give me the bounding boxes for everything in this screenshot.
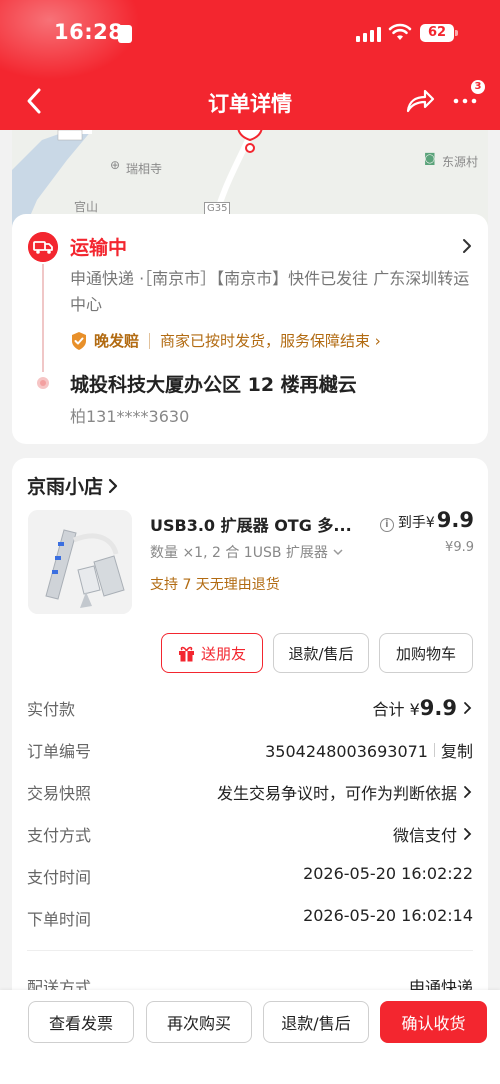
- guarantee-name: 晚发赔: [94, 332, 140, 350]
- pay-time: 2026-05-20 16:02:22: [303, 864, 473, 883]
- delivery-address: 城投科技大厦办公区 12 楼再樾云: [70, 374, 357, 396]
- add-to-cart-button[interactable]: 加购物车: [379, 633, 473, 673]
- shop-link[interactable]: 京雨小店: [27, 472, 119, 499]
- shipping-status: 运输中: [70, 237, 128, 259]
- product-spec: 数量 ×1, 2 合 1USB 扩展器: [150, 545, 328, 561]
- chevron-right-icon[interactable]: [460, 236, 474, 256]
- divider: [433, 743, 435, 757]
- row-order-number: 订单编号 3504248003693071 复制: [27, 734, 473, 764]
- order-number: 3504248003693071: [265, 742, 428, 761]
- recipient-phone: 柏131****3630: [70, 407, 190, 426]
- late-compensation-row[interactable]: 晚发赔 商家已按时发货，服务保障结束 ›: [70, 330, 381, 351]
- chevron-right-icon: [464, 828, 472, 840]
- view-invoice-button[interactable]: 查看发票: [28, 1001, 134, 1043]
- return-policy: 支持 7 天无理由退货: [150, 577, 280, 593]
- confirm-receipt-button[interactable]: 确认收货: [380, 1001, 487, 1043]
- map-label-temple: 瑞相寺: [126, 162, 163, 176]
- product-title[interactable]: USB3.0 扩展器 OTG 多...: [150, 512, 352, 536]
- row-paid-amount[interactable]: 实付款 合计 ¥ 9.9: [27, 692, 473, 722]
- paid-value: 合计 ¥ 9.9: [373, 696, 473, 720]
- row-order-time: 下单时间 2026-05-20 16:02:14: [27, 902, 473, 932]
- shipping-detail: 申通快递 ·［南京市］【南京市】快件已发往 广东深圳转运中心: [70, 269, 470, 314]
- header: 16:28 62 订单详情 3: [0, 0, 500, 130]
- pay-method: 微信支付: [392, 826, 457, 845]
- copy-button[interactable]: 复制: [441, 738, 473, 762]
- info-icon[interactable]: i: [379, 518, 394, 532]
- chevron-right-icon: [464, 786, 472, 798]
- wifi-icon: [388, 23, 412, 40]
- divider: [27, 950, 473, 951]
- notification-badge: 3: [471, 80, 485, 94]
- signal-icon: [356, 26, 381, 42]
- final-price[interactable]: i 到手 ¥ 9.9: [379, 508, 474, 532]
- shop-name: 京雨小店: [27, 476, 104, 498]
- refund-button[interactable]: 退款/售后: [273, 633, 369, 673]
- person-icon: [118, 25, 132, 43]
- paid-label: 实付款: [27, 700, 76, 719]
- paid-amount: 9.9: [419, 696, 457, 720]
- row-pay-time: 支付时间 2026-05-20 16:02:22: [27, 860, 473, 890]
- battery-indicator: 62: [420, 24, 458, 42]
- status-bar: 16:28 62: [0, 0, 500, 66]
- row-snapshot[interactable]: 交易快照 发生交易争议时，可作为判断依据: [27, 776, 473, 806]
- final-price-currency: ¥: [425, 515, 435, 531]
- guarantee-desc: 商家已按时发货，服务保障结束 ›: [160, 332, 381, 350]
- chevron-right-icon: [464, 702, 472, 714]
- order-no-group: 3504248003693071 复制: [265, 738, 473, 762]
- gift-label: 送朋友: [200, 644, 246, 663]
- bottom-action-bar: 查看发票 再次购买 退款/售后 确认收货: [0, 990, 500, 1084]
- product-image[interactable]: [28, 510, 132, 614]
- pay-method-group: 微信支付: [393, 822, 473, 846]
- original-price: ¥9.9: [445, 540, 474, 555]
- refund-aftersale-button[interactable]: 退款/售后: [263, 1001, 369, 1043]
- order-time-label: 下单时间: [27, 910, 92, 929]
- timeline-line: [42, 264, 44, 372]
- order-no-label: 订单编号: [27, 742, 92, 761]
- divider: [149, 332, 151, 349]
- temple-icon: ⊕: [110, 158, 121, 172]
- status-time: 16:28: [54, 20, 124, 44]
- buy-again-button[interactable]: 再次购买: [146, 1001, 252, 1043]
- pay-method-label: 支付方式: [27, 826, 92, 845]
- chevron-right-icon: [108, 478, 118, 494]
- shield-check-icon: [72, 331, 86, 350]
- village-icon: ◙: [424, 151, 436, 165]
- gift-icon: [178, 646, 194, 661]
- snapshot-value: 发生交易争议时，可作为判断依据: [216, 784, 457, 803]
- snapshot-label: 交易快照: [27, 784, 92, 803]
- row-pay-method[interactable]: 支付方式 微信支付: [27, 818, 473, 848]
- gift-friend-button[interactable]: 送朋友: [161, 633, 263, 673]
- pay-time-label: 支付时间: [27, 868, 92, 887]
- map-label-mountain: 官山: [74, 200, 99, 214]
- truck-icon: [28, 232, 58, 262]
- paid-prefix: 合计 ¥: [372, 700, 420, 719]
- nav-bar: 订单详情: [0, 72, 500, 130]
- chevron-down-icon: [333, 549, 343, 556]
- share-icon[interactable]: [404, 86, 436, 116]
- final-price-prefix: 到手: [397, 515, 426, 531]
- snapshot-group: 发生交易争议时，可作为判断依据: [217, 780, 473, 804]
- usb-hub-image: [28, 510, 132, 614]
- address-dot-icon: [37, 377, 49, 389]
- shipping-card[interactable]: 运输中 申通快递 ·［南京市］【南京市】快件已发往 广东深圳转运中心 晚发赔 商…: [12, 214, 488, 444]
- location-pin-icon: [237, 130, 263, 153]
- final-price-value: 9.9: [436, 508, 474, 532]
- product-spec-select[interactable]: 数量 ×1, 2 合 1USB 扩展器: [150, 542, 344, 562]
- map-label-village: 东源村: [442, 155, 479, 169]
- order-time: 2026-05-20 16:02:14: [303, 906, 473, 925]
